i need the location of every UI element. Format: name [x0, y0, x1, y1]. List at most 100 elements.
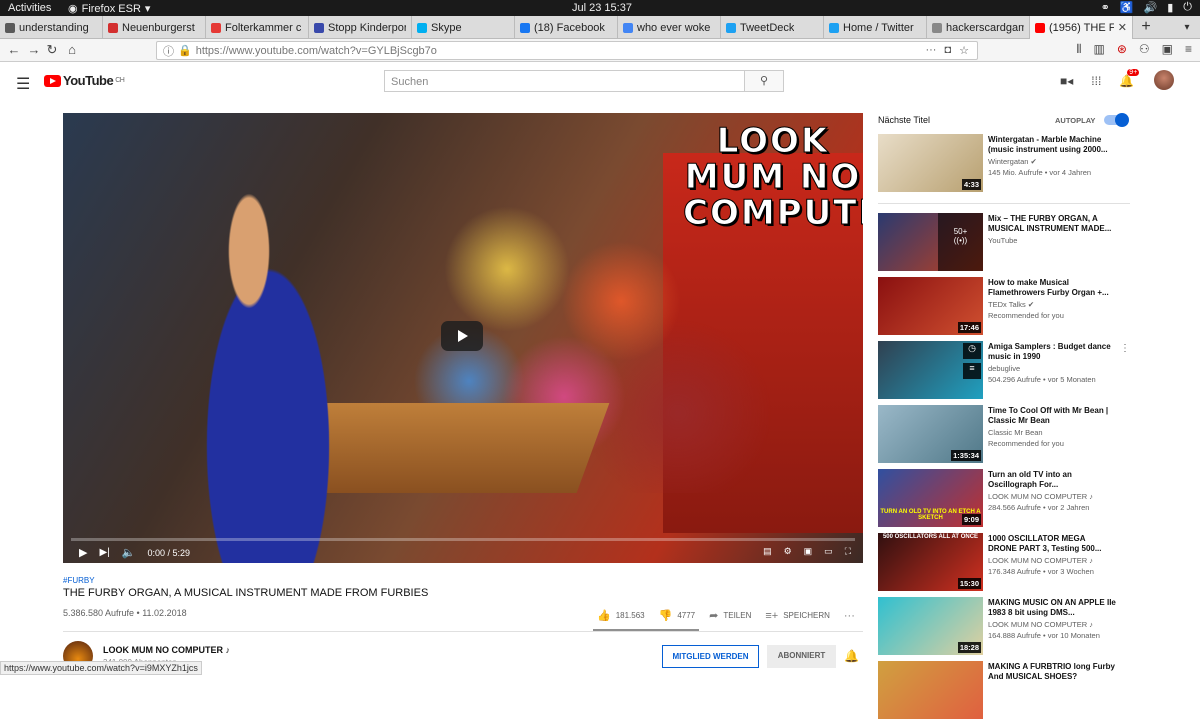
play-icon[interactable]: ▶: [79, 546, 87, 559]
browser-tab[interactable]: (18) Facebook: [515, 16, 618, 39]
search-button[interactable]: ⚲: [744, 70, 784, 92]
user-avatar[interactable]: [1154, 70, 1174, 90]
youtube-logo[interactable]: YouTube CH: [44, 73, 125, 88]
recommended-channel[interactable]: Classic Mr Bean: [988, 428, 1043, 437]
extension-2-icon[interactable]: ⚇: [1139, 42, 1150, 57]
subscribed-button[interactable]: ABONNIERT: [767, 645, 836, 668]
new-tab-button[interactable]: +: [1133, 16, 1159, 38]
channel-notification-bell-icon[interactable]: 🔔: [844, 649, 859, 663]
pocket-icon[interactable]: ◘: [944, 44, 951, 57]
browser-tab[interactable]: hackerscardgame: [927, 16, 1030, 39]
recommended-channel[interactable]: debuglive: [988, 364, 1020, 373]
tab-list-button[interactable]: ▾: [1174, 16, 1200, 38]
browser-tab[interactable]: Skype: [412, 16, 515, 39]
recommended-title[interactable]: Turn an old TV into an Oscillograph For.…: [988, 470, 1116, 490]
home-icon[interactable]: ⌂: [64, 42, 80, 57]
browser-tab[interactable]: Folterkammer c: [206, 16, 309, 39]
back-icon[interactable]: ←: [6, 42, 22, 57]
recommended-video[interactable]: MAKING A FURBTRIO long Furby And MUSICAL…: [878, 661, 1178, 719]
share-button[interactable]: ➦ TEILEN: [709, 609, 751, 622]
video-thumbnail[interactable]: 1:35:34: [878, 405, 983, 463]
recommended-channel[interactable]: LOOK MUM NO COMPUTER ♪: [988, 620, 1093, 629]
clock[interactable]: Jul 23 15:37: [572, 2, 632, 14]
recommended-channel[interactable]: LOOK MUM NO COMPUTER ♪: [988, 556, 1093, 565]
settings-gear-icon[interactable]: ⚙: [784, 546, 792, 557]
recommended-video[interactable]: 500 OSCILLATORS ALL AT ONCE 15:30 1000 OSC…: [878, 533, 1178, 591]
bookmark-star-icon[interactable]: ☆: [959, 44, 969, 57]
library-icon[interactable]: ⫴: [1076, 42, 1081, 57]
recommended-title[interactable]: Mix – THE FURBY ORGAN, A MUSICAL INSTRUM…: [988, 214, 1116, 234]
guide-menu-icon[interactable]: ☰: [16, 74, 30, 94]
big-play-button[interactable]: [441, 321, 483, 351]
info-icon[interactable]: ⓘ: [163, 43, 174, 59]
more-actions-icon[interactable]: ···: [925, 44, 936, 57]
video-thumbnail[interactable]: ◷ ≡: [878, 341, 983, 399]
recommended-title[interactable]: Time To Cool Off with Mr Bean | Classic …: [988, 406, 1116, 426]
browser-tab[interactable]: Stopp Kinderpor: [309, 16, 412, 39]
extension-icon[interactable]: ⊛: [1117, 42, 1127, 57]
activities-button[interactable]: Activities: [8, 2, 51, 14]
miniplayer-icon[interactable]: ▣: [804, 546, 813, 557]
recommended-video[interactable]: 17:46 How to make Musical Flamethrowers F…: [878, 277, 1178, 335]
like-button[interactable]: 👍 181.563: [597, 609, 645, 622]
watch-later-icon[interactable]: ◷: [963, 343, 981, 359]
recommended-title[interactable]: How to make Musical Flamethrowers Furby …: [988, 278, 1116, 298]
recommended-title[interactable]: Wintergatan - Marble Machine (music inst…: [988, 135, 1116, 155]
join-button[interactable]: MITGLIED WERDEN: [662, 645, 759, 668]
dislike-button[interactable]: 👎 4777: [659, 609, 696, 622]
fullscreen-icon[interactable]: ⛶: [845, 546, 851, 557]
recommended-video[interactable]: TURN AN OLD TV INTO AN ETCH A SKETCH 9:09…: [878, 469, 1178, 527]
hashtag-link[interactable]: #FURBY: [63, 576, 95, 585]
save-button[interactable]: ≡+ SPEICHERN: [765, 610, 830, 622]
browser-tab[interactable]: who ever woke: [618, 16, 721, 39]
autoplay-toggle[interactable]: [1104, 113, 1129, 127]
theater-mode-icon[interactable]: ▭: [824, 546, 833, 557]
video-thumbnail[interactable]: 500 OSCILLATORS ALL AT ONCE 15:30: [878, 533, 983, 591]
add-to-queue-icon[interactable]: ≡: [963, 363, 981, 379]
browser-tab[interactable]: understanding: [0, 16, 103, 39]
recommended-video[interactable]: 50+ ((•)) Mix – THE FURBY ORGAN, A MUSICAL…: [878, 213, 1178, 271]
extension-3-icon[interactable]: ▣: [1162, 42, 1173, 57]
recommended-channel[interactable]: TEDx Talks ✔: [988, 300, 1034, 309]
video-thumbnail[interactable]: 4:33: [878, 134, 983, 192]
url-text[interactable]: https://www.youtube.com/watch?v=GYLBjScg…: [196, 45, 437, 57]
next-icon[interactable]: ▶|: [99, 547, 109, 558]
recommended-title[interactable]: 1000 OSCILLATOR MEGA DRONE PART 3, Testi…: [988, 534, 1116, 554]
search-input[interactable]: Suchen: [384, 70, 745, 92]
browser-tab[interactable]: Home / Twitter: [824, 16, 927, 39]
browser-tab[interactable]: TweetDeck: [721, 16, 824, 39]
browser-tab[interactable]: (1956) THE FUR✕: [1030, 16, 1133, 39]
more-options-button[interactable]: ···: [844, 610, 855, 622]
recommended-channel[interactable]: Wintergatan ✔: [988, 157, 1037, 166]
video-player[interactable]: LOOK MUM NO COMPUTER ▶ ▶| 🔈 0:00 / 5:29 …: [63, 113, 863, 563]
notifications-bell-icon[interactable]: 🔔 9+: [1119, 69, 1140, 88]
browser-tab[interactable]: Neuenburgerst: [103, 16, 206, 39]
system-tray[interactable]: ⚭ ♿ 🔊 ▮ ⏻: [1101, 1, 1192, 14]
forward-icon[interactable]: →: [26, 42, 42, 57]
video-thumbnail[interactable]: 50+ ((•)): [878, 213, 983, 271]
recommended-title[interactable]: Amiga Samplers : Budget dance music in 1…: [988, 342, 1116, 362]
app-menu[interactable]: ◉ Firefox ESR ▾: [68, 2, 150, 16]
subtitles-icon[interactable]: ▤: [763, 546, 772, 557]
create-video-icon[interactable]: ■◂: [1060, 74, 1073, 88]
volume-icon[interactable]: 🔈: [122, 546, 136, 559]
more-vertical-icon[interactable]: ⋮: [1120, 343, 1130, 354]
recommended-title[interactable]: MAKING MUSIC ON AN APPLE IIe 1983 8 bit …: [988, 598, 1116, 618]
url-bar[interactable]: ⓘ 🔒 https://www.youtube.com/watch?v=GYLB…: [156, 41, 978, 60]
recommended-video[interactable]: ◷ ≡ Amiga Samplers : Budget dance music in…: [878, 341, 1178, 399]
recommended-channel[interactable]: YouTube: [988, 236, 1017, 245]
video-thumbnail[interactable]: 18:28: [878, 597, 983, 655]
video-thumbnail[interactable]: [878, 661, 983, 719]
apps-grid-icon[interactable]: ⁞⁞⁞: [1091, 74, 1101, 88]
video-thumbnail[interactable]: TURN AN OLD TV INTO AN ETCH A SKETCH 9:09: [878, 469, 983, 527]
recommended-channel[interactable]: LOOK MUM NO COMPUTER ♪: [988, 492, 1093, 501]
recommended-video[interactable]: 4:33 Wintergatan - Marble Machine (music …: [878, 134, 1178, 192]
video-thumbnail[interactable]: 17:46: [878, 277, 983, 335]
reload-icon[interactable]: ↻: [44, 42, 60, 58]
menu-icon[interactable]: ≡: [1185, 42, 1192, 57]
recommended-video[interactable]: 1:35:34 Time To Cool Off with Mr Bean | C…: [878, 405, 1178, 463]
recommended-video[interactable]: 18:28 MAKING MUSIC ON AN APPLE IIe 1983 8…: [878, 597, 1178, 655]
sidebar-icon[interactable]: ▥: [1093, 42, 1104, 57]
close-tab-icon[interactable]: ✕: [1114, 21, 1127, 34]
recommended-title[interactable]: MAKING A FURBTRIO long Furby And MUSICAL…: [988, 662, 1116, 682]
